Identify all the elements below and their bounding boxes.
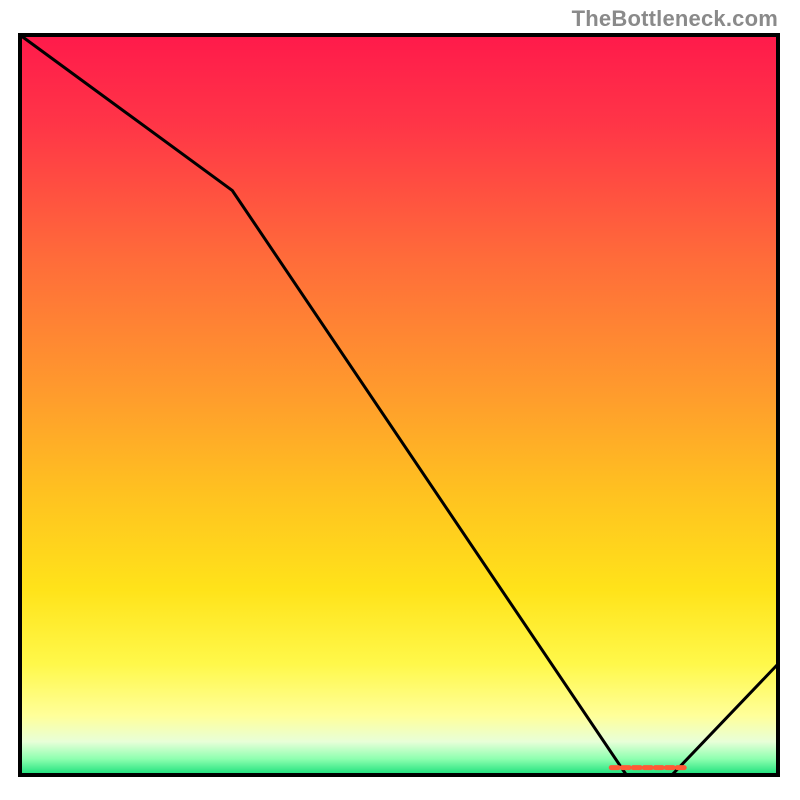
watermark-text: TheBottleneck.com [572, 6, 778, 32]
chart-container: TheBottleneck.com [0, 0, 800, 800]
plot-background-gradient [20, 35, 778, 775]
bottleneck-chart [0, 0, 800, 800]
